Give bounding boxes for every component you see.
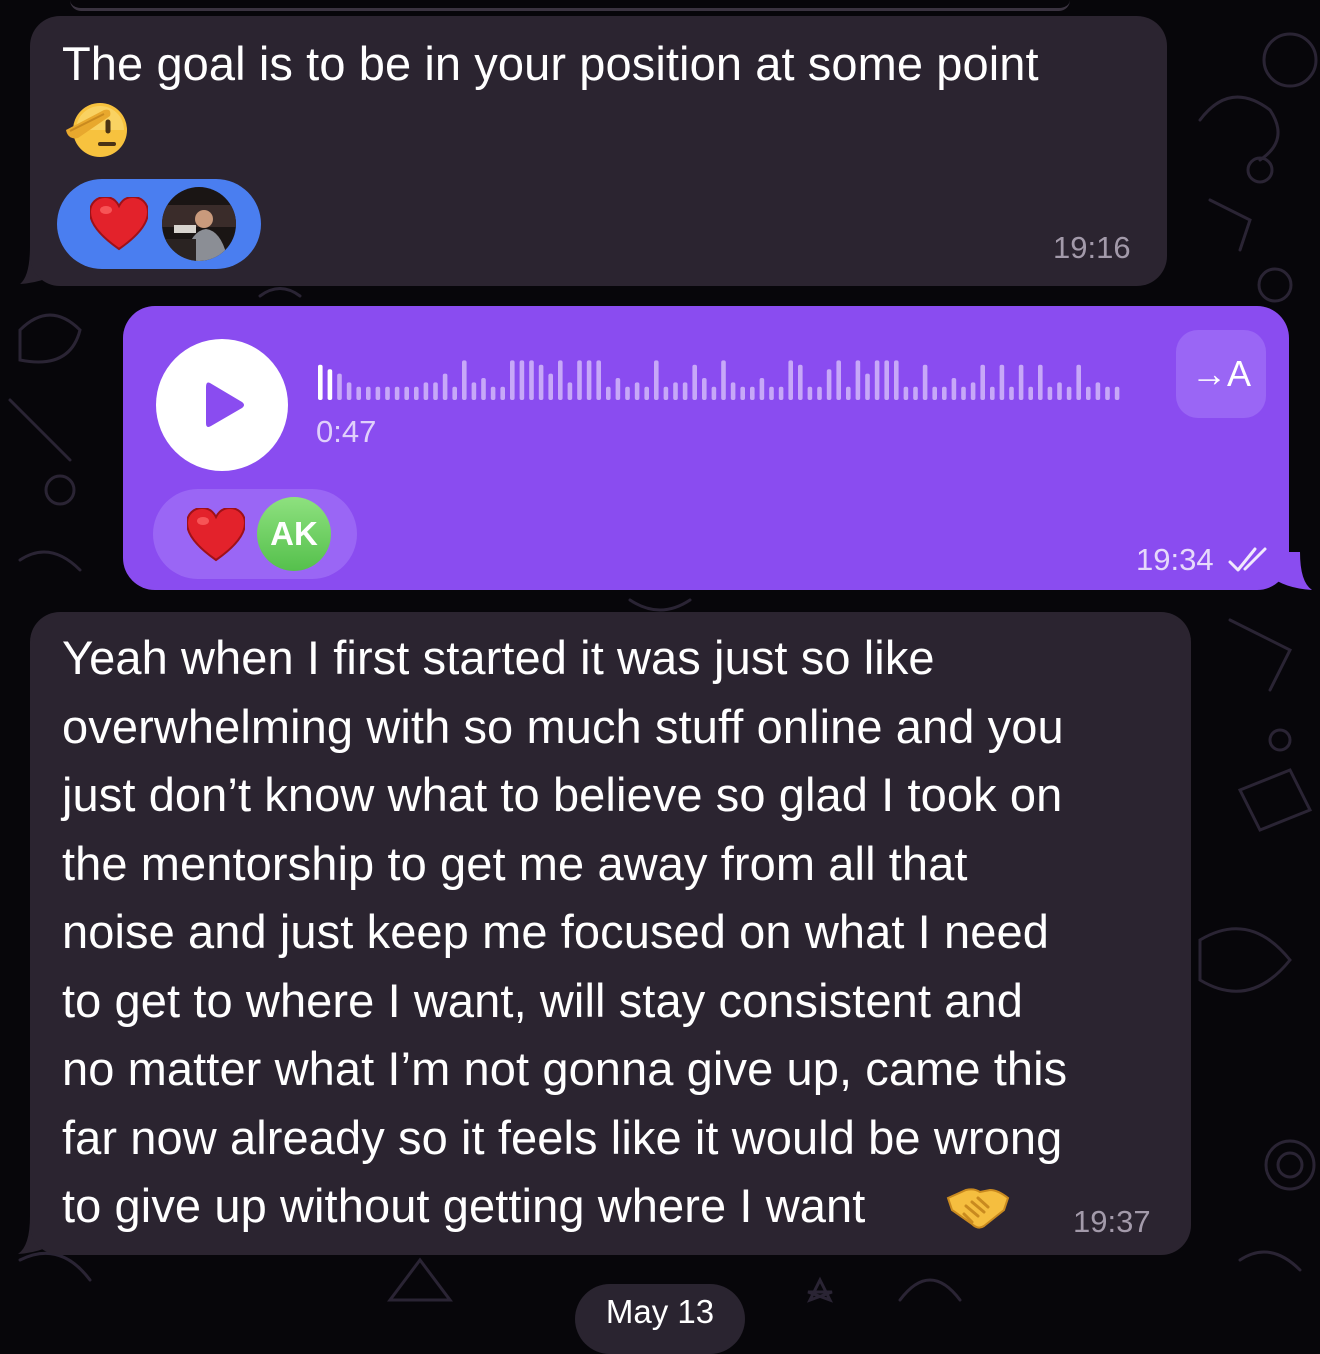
message-text: Yeah when I first started it was just so…	[62, 631, 1068, 1232]
heart-icon	[187, 508, 245, 562]
saluting-face-emoji	[66, 103, 127, 157]
voice-waveform[interactable]	[318, 350, 1158, 410]
message-time: 19:16	[1053, 230, 1131, 265]
check-icon	[1228, 547, 1267, 572]
date-separator: May 13	[575, 1284, 745, 1354]
transcribe-button[interactable]: →A	[1176, 330, 1266, 418]
voice-duration: 0:47	[316, 414, 377, 449]
message-time: 19:37	[1073, 1204, 1151, 1239]
heart-icon	[90, 197, 148, 251]
reactor-avatar-initials[interactable]: AK	[257, 497, 331, 571]
message-text: The goal is to be in your position at so…	[62, 37, 1039, 90]
handshake-emoji	[946, 1188, 1010, 1229]
avatar-photo	[162, 187, 236, 261]
play-icon	[206, 382, 244, 427]
play-button[interactable]	[156, 339, 288, 471]
previous-bubble-edge	[70, 0, 1070, 11]
reactor-avatar[interactable]	[162, 187, 236, 261]
message-time: 19:34	[1136, 542, 1214, 577]
